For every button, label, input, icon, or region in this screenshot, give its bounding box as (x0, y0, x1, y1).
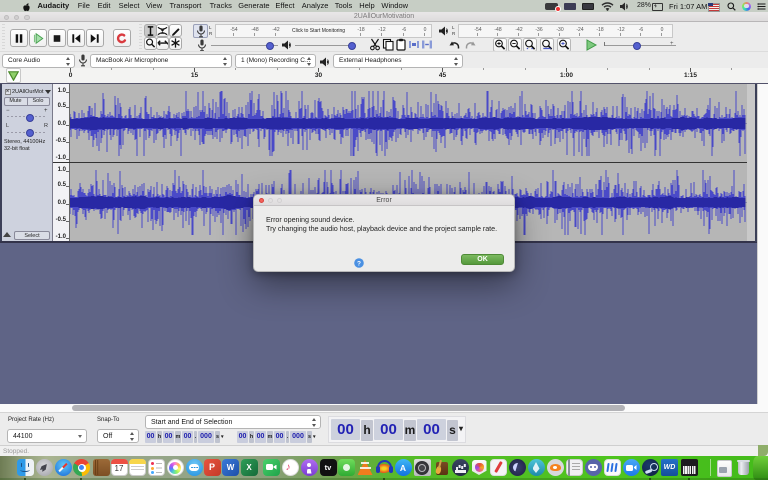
svg-text:?: ? (357, 260, 361, 267)
